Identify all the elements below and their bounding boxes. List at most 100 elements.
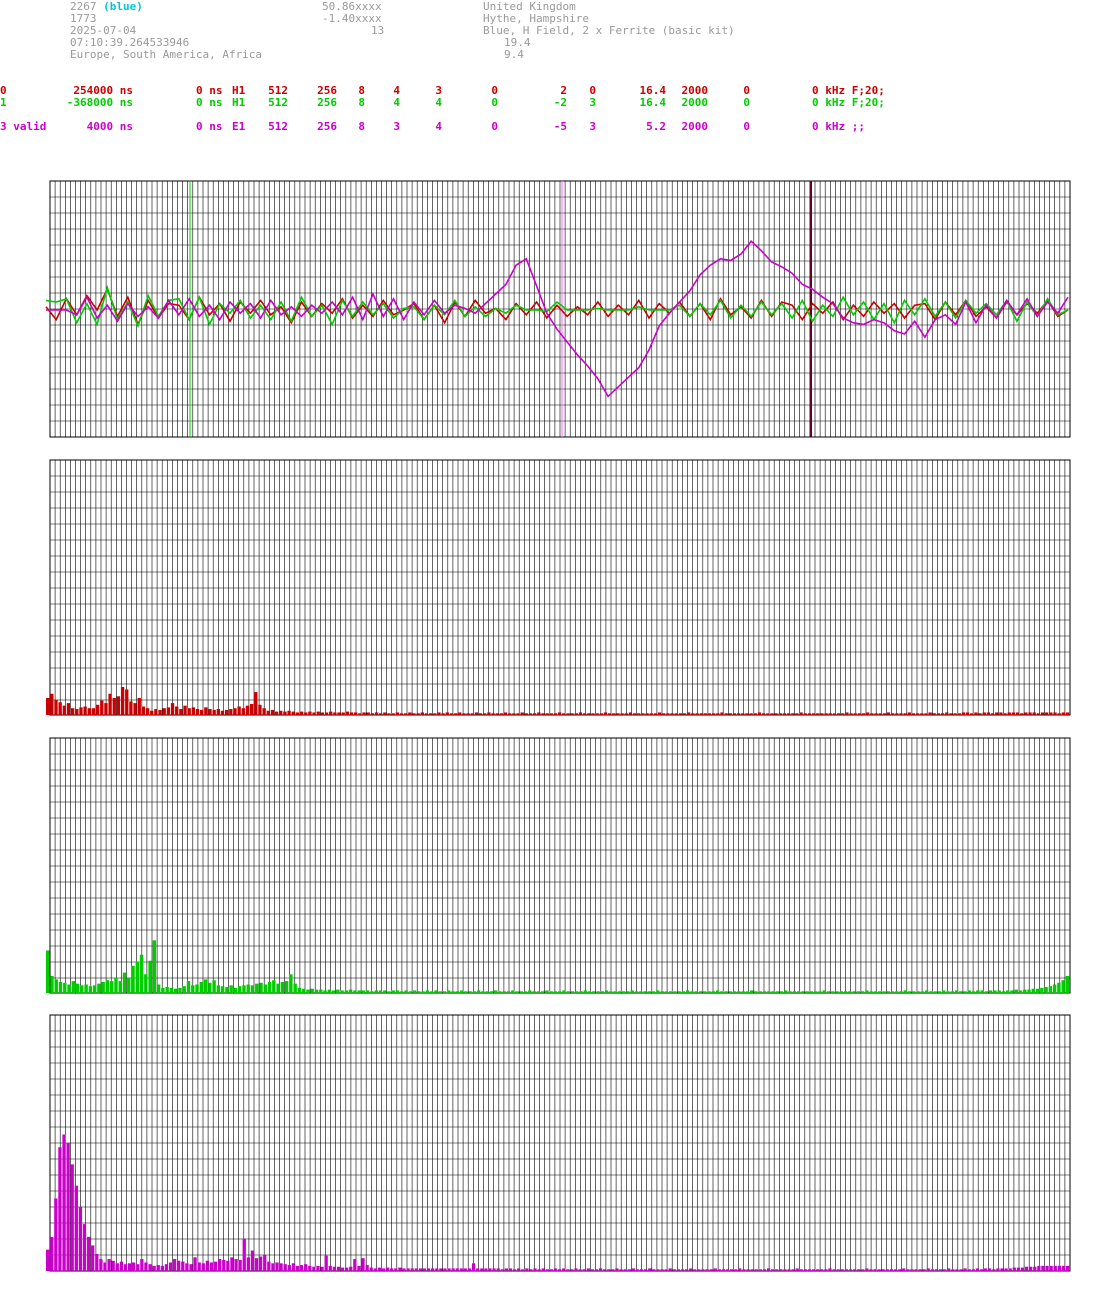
spec2-bar — [88, 986, 93, 993]
spec2-bar — [630, 990, 634, 993]
spec1-bar — [175, 706, 179, 715]
spec1-bar — [399, 713, 404, 715]
spec2-bar — [255, 983, 259, 993]
spec2-bar — [54, 979, 58, 993]
spec1-bar — [891, 713, 895, 715]
spec1-bar — [886, 712, 891, 715]
spec1-bar — [520, 712, 524, 715]
spec2-bar — [848, 991, 852, 993]
spec3-bar — [959, 1269, 963, 1271]
spec1-bar — [258, 704, 262, 715]
spec2-bar — [114, 977, 118, 993]
spec3-bar — [897, 1269, 902, 1271]
spec3-bar — [553, 1268, 558, 1271]
spec2-bar — [651, 991, 656, 993]
spec2-bar — [814, 991, 818, 993]
spec2-bar — [878, 991, 882, 993]
spec1-bar — [616, 713, 620, 715]
spec2-bar — [383, 990, 387, 993]
spec2-bar — [430, 991, 434, 993]
spec3-bar — [488, 1268, 492, 1271]
spec1-bar — [1015, 712, 1020, 715]
spec1-bar — [274, 711, 279, 715]
spec2-bar — [754, 991, 758, 993]
spec1-bar — [125, 689, 129, 715]
spec2-bar — [242, 985, 246, 993]
spec3-bar — [562, 1268, 566, 1271]
spec2-bar — [1001, 991, 1006, 993]
spec2-bar — [233, 987, 238, 993]
spec3-bar — [103, 1262, 107, 1271]
spec1-bar — [766, 713, 770, 715]
spec1-bar — [978, 713, 982, 715]
spec1-bar — [254, 692, 258, 715]
spec2-bar — [464, 991, 468, 993]
spec1-bar — [445, 712, 449, 715]
spec1-bar — [699, 713, 703, 715]
spec3-bar — [250, 1250, 255, 1271]
spec3-bar — [558, 1269, 562, 1271]
spec1-bar — [570, 713, 574, 715]
spec3-bar — [168, 1262, 173, 1271]
spec3-bar — [709, 1269, 713, 1271]
spec1-bar — [791, 713, 795, 715]
spec2-bar — [310, 988, 314, 993]
spec1-bar — [870, 713, 874, 715]
spec3-bar — [107, 1259, 111, 1271]
spec3-bar — [254, 1258, 259, 1271]
spec2-bar — [924, 990, 929, 993]
spec1-bar — [899, 713, 903, 715]
spec1-bar — [895, 713, 899, 715]
spec1-bar — [212, 709, 216, 715]
spec2-bar — [796, 991, 801, 993]
spec2-bar — [912, 991, 916, 993]
spec3-bar — [807, 1269, 812, 1271]
spec1-bar — [187, 708, 191, 715]
spec3-bar — [521, 1269, 525, 1271]
spec3-bar — [889, 1269, 894, 1271]
spec1-bar — [807, 713, 812, 715]
spec2-bar — [438, 991, 442, 993]
spec2-bar — [988, 990, 993, 993]
spec2-bar — [686, 990, 690, 993]
spec3-bar — [619, 1269, 623, 1271]
spec2-bar — [745, 991, 750, 993]
spec2-bar — [916, 991, 920, 993]
spec3-bar — [381, 1268, 386, 1271]
spec2-bar — [767, 991, 771, 993]
spec2-bar — [387, 991, 391, 993]
spec3-bar — [78, 1207, 83, 1271]
spec3-bar — [1004, 1268, 1008, 1271]
spec2-bar — [600, 991, 605, 993]
spec2-bar — [963, 991, 967, 993]
spec3-bar — [177, 1260, 181, 1271]
spec1-bar — [170, 703, 175, 715]
spec2-bar — [174, 988, 178, 993]
spec1-bar — [657, 712, 662, 715]
spec3-bar — [570, 1269, 574, 1271]
spec3-bar — [906, 1269, 910, 1271]
spec3-bar — [549, 1269, 554, 1271]
spec2-bar — [186, 981, 191, 993]
spec3-bar — [623, 1269, 627, 1271]
spec2-bar — [822, 990, 826, 993]
spec1-bar — [703, 713, 708, 715]
spec1-bar — [628, 712, 633, 715]
spec1-bar — [828, 713, 832, 715]
spec2-bar — [809, 991, 814, 993]
spec2-bar — [447, 990, 451, 993]
spec1-bar — [87, 708, 91, 715]
spec2-bar — [882, 991, 886, 993]
spec3-bar — [283, 1264, 287, 1271]
spec2-bar — [609, 991, 613, 993]
spec1-bar — [145, 708, 150, 715]
spec3-bar — [365, 1265, 369, 1271]
spec3-bar — [811, 1269, 816, 1271]
spec3-bar — [938, 1269, 943, 1271]
spec1-bar — [495, 713, 499, 715]
spec3-bar — [230, 1257, 234, 1271]
spec2-bar — [246, 984, 250, 993]
spec1-bar — [379, 713, 383, 715]
spec2-bar — [570, 991, 575, 993]
spec1-bar — [645, 713, 649, 715]
